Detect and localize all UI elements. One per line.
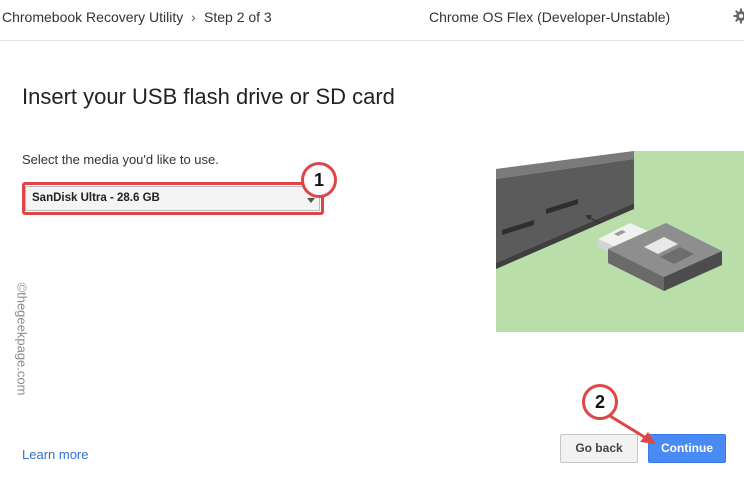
continue-button[interactable]: Continue bbox=[648, 434, 726, 463]
media-select[interactable]: SanDisk Ultra - 28.6 GB bbox=[25, 186, 320, 211]
gear-icon[interactable] bbox=[733, 8, 744, 24]
usb-insert-illustration bbox=[496, 151, 744, 332]
top-bar: Chromebook Recovery Utility › Step 2 of … bbox=[0, 0, 744, 41]
step-badge-2: 2 bbox=[582, 384, 618, 420]
selected-model: Chrome OS Flex (Developer-Unstable) bbox=[429, 9, 671, 25]
watermark: ©thegeekpage.com bbox=[3, 269, 41, 409]
learn-more-link[interactable]: Learn more bbox=[22, 447, 88, 462]
breadcrumb-separator: › bbox=[191, 9, 196, 25]
step-badge-1: 1 bbox=[301, 162, 337, 198]
dropdown-arrow-icon bbox=[307, 198, 315, 203]
go-back-button[interactable]: Go back bbox=[560, 434, 638, 463]
step-indicator: Step 2 of 3 bbox=[204, 9, 272, 25]
app-title: Chromebook Recovery Utility bbox=[2, 9, 184, 25]
media-select-value: SanDisk Ultra - 28.6 GB bbox=[32, 192, 160, 204]
media-prompt: Select the media you'd like to use. bbox=[22, 152, 219, 167]
watermark-text: ©thegeekpage.com bbox=[14, 282, 30, 396]
page-title: Insert your USB flash drive or SD card bbox=[22, 84, 395, 109]
